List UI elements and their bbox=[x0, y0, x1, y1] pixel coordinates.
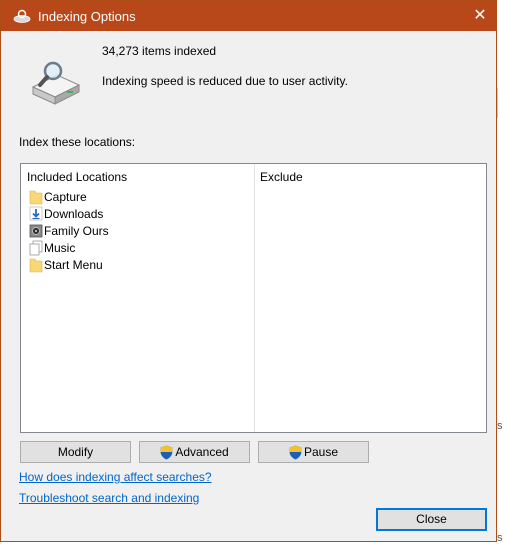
uac-shield-icon bbox=[289, 445, 302, 460]
folder-icon bbox=[29, 190, 43, 205]
indexing-status-icon bbox=[31, 61, 81, 105]
window-title: Indexing Options bbox=[38, 9, 136, 24]
column-header-included-locations[interactable]: Included Locations bbox=[27, 170, 127, 184]
library-icon bbox=[29, 240, 43, 256]
downloads-icon bbox=[29, 206, 43, 221]
location-label: Start Menu bbox=[44, 258, 103, 272]
location-label: Capture bbox=[44, 190, 87, 204]
location-item-family-ours[interactable]: Family Ours bbox=[27, 223, 247, 240]
column-divider[interactable] bbox=[254, 164, 255, 432]
location-item-capture[interactable]: Capture bbox=[27, 189, 247, 206]
location-item-music[interactable]: Music bbox=[27, 240, 247, 257]
background-window-edge bbox=[497, 88, 505, 118]
indexing-status-message: Indexing speed is reduced due to user ac… bbox=[102, 74, 348, 88]
pause-button[interactable]: Pause bbox=[258, 441, 369, 463]
how-indexing-affects-searches-link[interactable]: How does indexing affect searches? bbox=[19, 470, 212, 484]
index-locations-label: Index these locations: bbox=[19, 135, 136, 149]
location-label: Family Ours bbox=[44, 224, 109, 238]
location-item-start-menu[interactable]: Start Menu bbox=[27, 257, 247, 274]
locations-list[interactable]: Included Locations Exclude Capture Downl… bbox=[20, 163, 487, 433]
advanced-button-label: Advanced bbox=[175, 445, 229, 459]
indexing-options-icon bbox=[13, 9, 31, 23]
location-label: Downloads bbox=[44, 207, 104, 221]
close-button-label: Close bbox=[416, 512, 447, 526]
close-window-button[interactable]: ✕ bbox=[464, 1, 496, 31]
title-bar[interactable]: Indexing Options ✕ bbox=[1, 1, 496, 31]
folder-icon bbox=[29, 258, 43, 273]
column-header-exclude[interactable]: Exclude bbox=[260, 170, 303, 184]
modify-button-label: Modify bbox=[57, 445, 94, 459]
drive-icon bbox=[29, 224, 43, 238]
background-text-fragment: s bbox=[497, 532, 503, 544]
items-indexed-count: 34,273 items indexed bbox=[102, 44, 217, 58]
uac-shield-icon bbox=[161, 445, 173, 460]
background-text-fragment: s bbox=[497, 420, 503, 432]
indexing-options-window: Indexing Options ✕ 34,273 items indexed … bbox=[0, 0, 497, 542]
troubleshoot-search-link[interactable]: Troubleshoot search and indexing bbox=[19, 491, 199, 505]
close-button[interactable]: Close bbox=[376, 508, 487, 531]
advanced-button[interactable]: Advanced bbox=[139, 441, 250, 463]
location-item-downloads[interactable]: Downloads bbox=[27, 206, 247, 223]
location-label: Music bbox=[44, 241, 76, 255]
pause-button-label: Pause bbox=[303, 445, 339, 459]
modify-button[interactable]: Modify bbox=[20, 441, 131, 463]
